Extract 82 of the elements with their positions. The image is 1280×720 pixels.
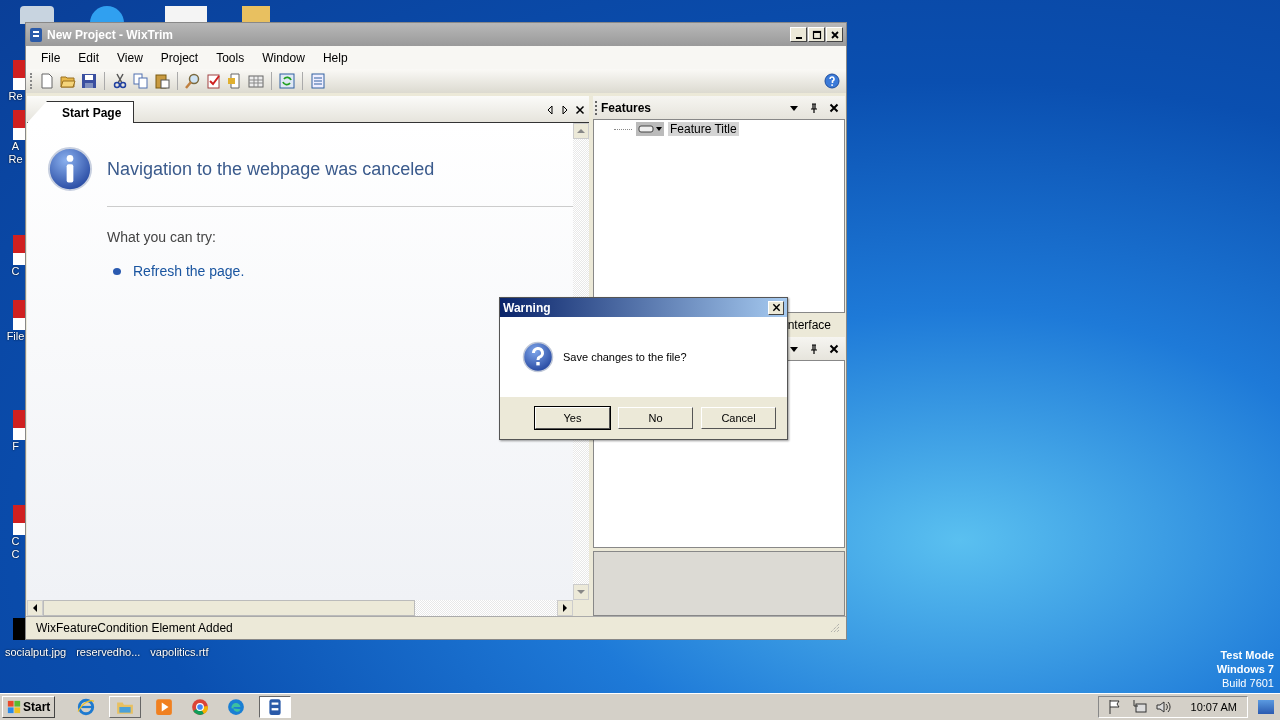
dialog-button[interactable]: Cancel [701,407,776,429]
desktop-icon-label[interactable]: Re [8,90,23,103]
close-icon[interactable] [829,102,839,113]
help-icon[interactable] [824,73,840,89]
menu-item[interactable]: File [32,48,70,67]
close-icon[interactable] [829,343,839,354]
feature-node-icon[interactable] [635,122,665,136]
panel-title: Features [601,100,652,115]
clock-text[interactable]: 10:07 AM [1190,701,1237,713]
desktop-icon-label[interactable]: Re [8,153,23,166]
network-icon[interactable] [1130,699,1147,715]
question-icon [522,341,554,373]
scrollbar-thumb[interactable] [43,600,415,616]
close-icon[interactable] [575,105,585,115]
maximize-icon [811,29,822,40]
clipboard-icon[interactable] [154,73,170,89]
scroll-right-button[interactable] [557,600,573,616]
new-document-icon[interactable] [39,73,55,89]
down-arrow-icon [577,588,585,596]
menu-item[interactable]: Project [151,48,208,67]
info-icon [47,146,93,192]
os-notice-text: Test Mode [1220,648,1274,662]
maximize-button[interactable] [808,27,825,42]
flag-icon[interactable] [1106,699,1123,715]
magnifier-icon[interactable] [185,73,201,89]
dialog-title: Warning [503,300,551,315]
desktop-icon-label[interactable]: C [11,265,20,278]
desktop-icon-label[interactable]: A [11,140,20,153]
menu-item[interactable]: Tools [207,48,254,67]
close-icon [829,29,840,40]
pin-icon[interactable] [809,343,819,354]
desktop-file-label[interactable]: reservedho... [76,646,141,659]
speaker-icon[interactable] [1154,699,1171,715]
dialog-button[interactable]: Yes [535,407,610,429]
menu-item[interactable]: Help [313,48,357,67]
desktop-icon-label[interactable]: File [6,330,25,343]
status-text: WixFeatureCondition Element Added [36,621,233,635]
resize-grip-icon[interactable] [830,623,840,633]
desktop-icon-label[interactable]: C [11,548,20,561]
dialog-message: Save changes to the file? [563,351,687,363]
bullet-icon [113,267,121,275]
scrollbar-corner [573,600,589,616]
scroll-up-button[interactable] [573,123,589,139]
document-tab[interactable]: Start Page [27,101,135,123]
panel-tab[interactable]: nterface [787,318,845,332]
menu-item[interactable]: Edit [69,48,109,67]
tree-item[interactable]: Feature Title [668,122,739,136]
desktop-icon-label[interactable]: F [12,440,19,453]
checklist-icon[interactable] [206,73,222,89]
refresh-link[interactable]: Refresh the page. [133,263,245,279]
desktop-file-label[interactable]: vapolitics.rtf [150,646,209,659]
desktop-file-label[interactable]: socialput.jpg [5,646,67,659]
left-arrow-icon [31,604,39,612]
page-heading: Navigation to the webpage was canceled [107,158,435,180]
toolbar-grip[interactable] [30,73,34,89]
scroll-left-button[interactable] [27,600,43,616]
grid-icon[interactable] [248,73,264,89]
page-subheading: What you can try: [107,229,217,245]
scroll-left-icon[interactable] [545,105,555,115]
windows-logo-icon [7,700,21,714]
dialog-button[interactable]: No [618,407,693,429]
scroll-right-icon[interactable] [560,105,570,115]
desktop-icon-label[interactable]: C [11,535,20,548]
minimize-button[interactable] [790,27,807,42]
os-notice-text: Windows 7 [1216,662,1274,676]
refresh-icon[interactable] [279,73,295,89]
right-arrow-icon [561,604,569,612]
scissors-icon[interactable] [112,73,128,89]
window-title: New Project - WixTrim [47,27,173,42]
horizontal-scrollbar[interactable] [27,600,589,616]
up-arrow-icon [577,127,585,135]
menu-item[interactable]: Window [253,48,314,67]
close-icon [771,303,781,312]
minimize-icon [795,36,802,39]
copy-icon[interactable] [133,73,149,89]
close-button[interactable] [768,300,784,315]
start-button[interactable]: Start [2,696,56,718]
menu-item[interactable]: View [108,48,152,67]
close-button[interactable] [826,27,843,42]
pin-icon[interactable] [809,102,819,113]
os-notice-text: Build 7601 [1222,676,1274,690]
open-folder-icon[interactable] [60,73,76,89]
